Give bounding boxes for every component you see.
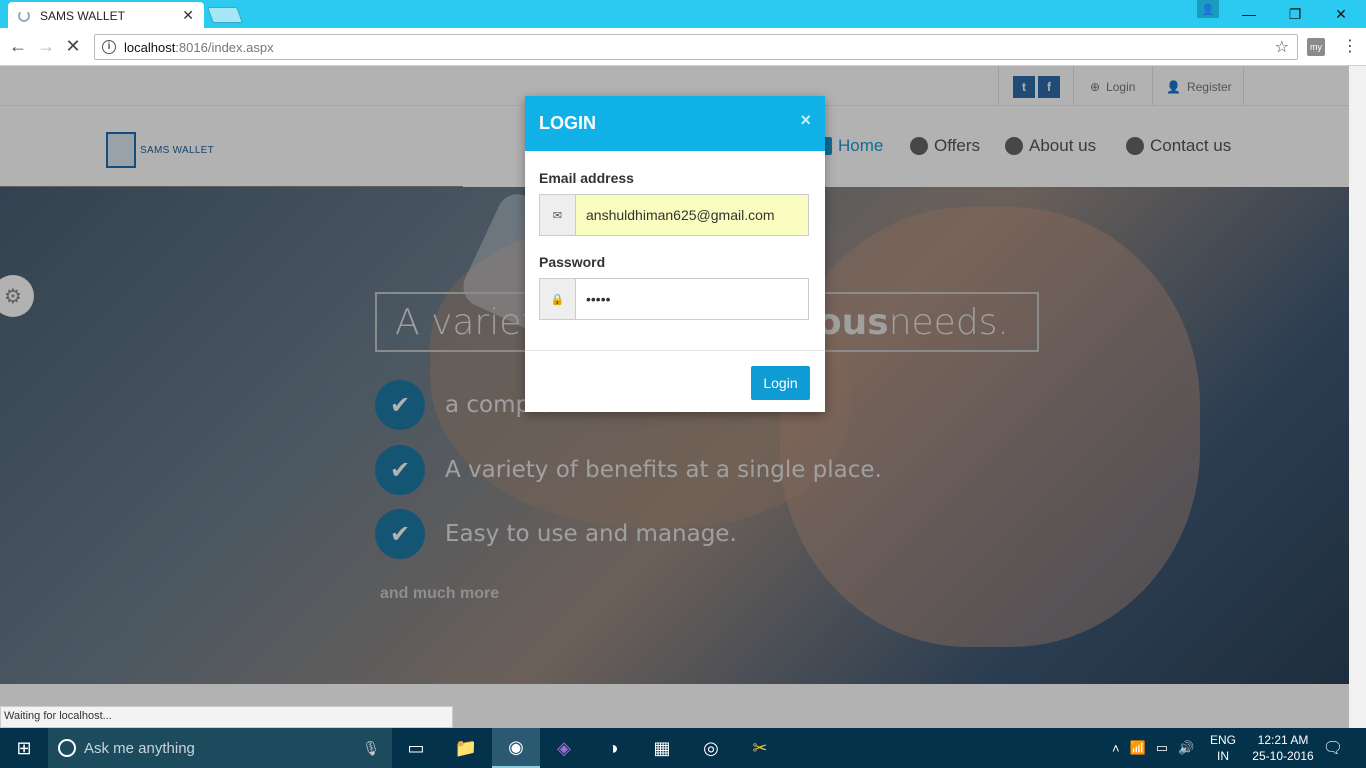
stop-loading-icon[interactable]: ✕ [62, 36, 84, 57]
modal-header: LOGIN [525, 96, 825, 151]
email-field-group: ✉ [539, 194, 809, 236]
page-scrollbar[interactable] [1349, 66, 1366, 728]
modal-divider [525, 350, 825, 351]
modal-close-button[interactable]: × [800, 110, 811, 131]
status-bubble: Waiting for localhost... [0, 706, 453, 728]
tools-icon[interactable]: ✂ [736, 728, 784, 768]
minimize-button[interactable]: — [1226, 0, 1272, 28]
search-placeholder: Ask me anything [84, 739, 195, 757]
loading-spinner-icon [18, 9, 30, 22]
windows-start-icon[interactable]: ⊞ [0, 728, 48, 768]
browser-tab-strip [0, 0, 1366, 28]
url-host: localhost [124, 39, 176, 55]
microphone-icon[interactable]: 🎙 [362, 740, 380, 757]
password-field[interactable] [576, 279, 808, 319]
lock-icon: 🔒 [540, 279, 576, 319]
modal-title: LOGIN [539, 113, 596, 133]
login-button[interactable]: Login [751, 366, 810, 400]
file-explorer-icon[interactable]: 📁 [442, 728, 490, 768]
envelope-icon: ✉ [540, 195, 576, 235]
paint-icon[interactable]: ◑ [589, 728, 637, 768]
close-tab-icon[interactable]: ✕ [182, 7, 194, 24]
clock[interactable]: 12:21 AM 25-10-2016 [1252, 732, 1314, 764]
browser-menu-icon[interactable]: ⋮ [1342, 36, 1358, 56]
task-view-icon[interactable]: ▭ [392, 728, 440, 768]
app-icon[interactable]: ▦ [638, 728, 686, 768]
wifi-icon[interactable]: 📶 [1130, 740, 1146, 756]
email-label: Email address [539, 170, 634, 186]
password-field-group: 🔒 [539, 278, 809, 320]
chevron-up-icon[interactable]: ˄ [1112, 741, 1120, 756]
language-code: ENG [1210, 733, 1237, 747]
user-profile-icon[interactable]: 👤 [1197, 0, 1219, 18]
volume-icon[interactable]: 🔊 [1178, 740, 1194, 756]
browser-tab[interactable]: SAMS WALLET ✕ [8, 2, 204, 29]
address-bar[interactable]: i localhost:8016/index.aspx ☆ [94, 34, 1298, 60]
chrome-icon[interactable]: ◉ [492, 728, 540, 768]
back-arrow-icon[interactable]: ← [7, 36, 29, 57]
extension-icon[interactable]: my [1307, 38, 1325, 56]
bookmark-star-icon[interactable]: ☆ [1275, 37, 1289, 57]
visual-studio-icon[interactable]: ◈ [540, 728, 588, 768]
media-icon[interactable]: ◎ [687, 728, 735, 768]
password-label: Password [539, 254, 606, 270]
url-path: :8016/index.aspx [175, 39, 274, 55]
cortana-search-box[interactable]: Ask me anything 🎙 [48, 728, 392, 768]
battery-icon[interactable]: ▭ [1156, 740, 1168, 756]
email-field[interactable] [576, 195, 808, 235]
window-close-button[interactable]: ✕ [1318, 0, 1364, 28]
clock-date: 25-10-2016 [1252, 749, 1314, 763]
cortana-icon [58, 739, 76, 757]
restore-button[interactable]: ❐ [1272, 0, 1318, 28]
language-indicator[interactable]: ENG IN [1210, 732, 1236, 764]
notification-icon[interactable]: 🗨 [1322, 728, 1344, 768]
tab-title: SAMS WALLET [40, 8, 125, 23]
new-tab-button[interactable] [207, 7, 243, 23]
forward-arrow-icon[interactable]: → [35, 36, 57, 57]
site-info-icon[interactable]: i [102, 40, 116, 54]
system-tray: ˄ 📶 ▭ 🔊 [1112, 728, 1194, 768]
login-modal: LOGIN × Email address ✉ Password 🔒 Login [525, 96, 825, 412]
clock-time: 12:21 AM [1257, 733, 1309, 747]
region-code: IN [1217, 749, 1229, 763]
